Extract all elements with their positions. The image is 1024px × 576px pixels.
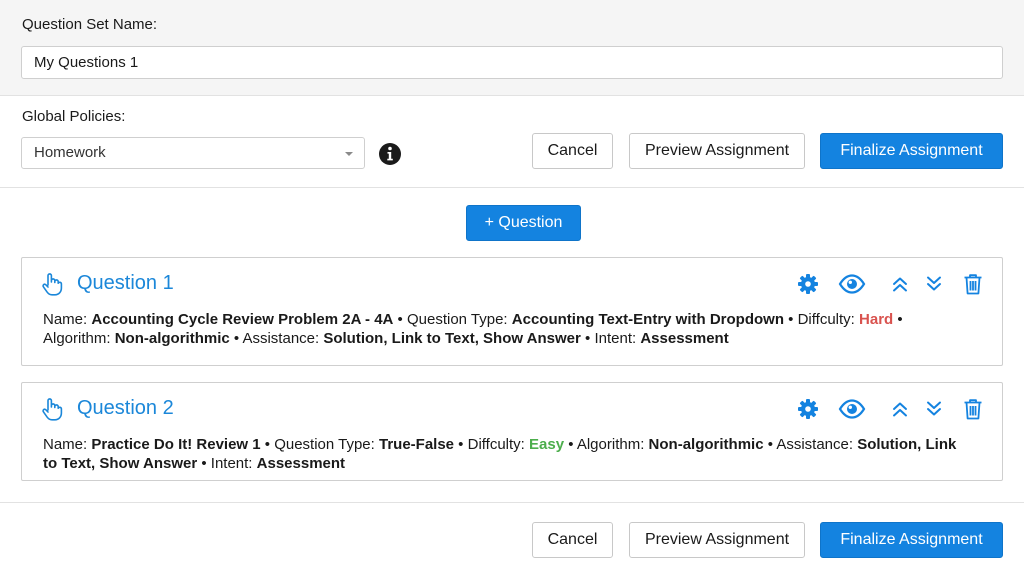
cancel-button-bottom[interactable]: Cancel	[532, 522, 613, 558]
double-chevron-down-icon[interactable]	[922, 272, 946, 296]
gear-icon[interactable]	[796, 272, 820, 296]
field-label: Diffculty:	[797, 311, 855, 328]
eye-icon[interactable]	[838, 272, 866, 296]
difficulty-value: Hard	[859, 311, 894, 328]
intent-value: Assessment	[256, 455, 346, 472]
hand-pointer-icon[interactable]	[41, 397, 63, 421]
question-details: Name: Accounting Cycle Review Problem 2A…	[43, 311, 903, 347]
cancel-button-top[interactable]: Cancel	[532, 133, 613, 169]
question-name: Practice Do It! Review 1	[91, 436, 261, 453]
question-title[interactable]: Question 1	[77, 272, 174, 295]
question-type: Accounting Text-Entry with Dropdown	[511, 311, 784, 328]
field-label: Name:	[43, 311, 88, 328]
trash-icon[interactable]	[961, 272, 985, 296]
question-title[interactable]: Question 2	[77, 397, 174, 420]
assistance-value: Solution, Link to Text, Show Answer	[323, 330, 581, 347]
divider	[0, 502, 1024, 503]
field-label: Assistance:	[776, 436, 854, 453]
hand-pointer-icon[interactable]	[41, 272, 63, 296]
question-card: Question 2 Name: Practice Do It! Review …	[21, 382, 1003, 481]
field-label: Algorithm:	[576, 436, 645, 453]
field-label: Name:	[43, 436, 88, 453]
field-label: Question Type:	[406, 311, 508, 328]
preview-assignment-button-top[interactable]: Preview Assignment	[629, 133, 805, 169]
algorithm-value: Non-algorithmic	[648, 436, 764, 453]
double-chevron-down-icon[interactable]	[922, 397, 946, 421]
field-label: Question Type:	[274, 436, 375, 453]
question-card: Question 1 Name: Accounting Cycle Review…	[21, 257, 1003, 366]
gear-icon[interactable]	[796, 397, 820, 421]
global-policies-value: Homework	[34, 144, 106, 161]
difficulty-value: Easy	[529, 436, 565, 453]
field-label: Intent:	[594, 330, 637, 347]
field-label: Algorithm:	[43, 330, 111, 347]
question-set-label: Question Set Name:	[22, 16, 158, 33]
trash-icon[interactable]	[961, 397, 985, 421]
field-label: Assistance:	[242, 330, 320, 347]
intent-value: Assessment	[640, 330, 729, 347]
finalize-assignment-button-bottom[interactable]: Finalize Assignment	[820, 522, 1003, 558]
preview-assignment-button-bottom[interactable]: Preview Assignment	[629, 522, 805, 558]
global-policies-label: Global Policies:	[22, 108, 126, 125]
field-label: Diffculty:	[467, 436, 525, 453]
double-chevron-up-icon[interactable]	[888, 272, 912, 296]
question-details: Name: Practice Do It! Review 1 • Questio…	[43, 436, 957, 472]
eye-icon[interactable]	[838, 397, 866, 421]
question-name: Accounting Cycle Review Problem 2A - 4A	[91, 311, 394, 328]
double-chevron-up-icon[interactable]	[888, 397, 912, 421]
global-policies-select[interactable]: Homework	[21, 137, 365, 169]
field-label: Intent:	[210, 455, 253, 472]
chevron-down-icon	[345, 152, 353, 156]
finalize-assignment-button-top[interactable]: Finalize Assignment	[820, 133, 1003, 169]
question-type: True-False	[378, 436, 455, 453]
add-question-button[interactable]: + Question	[466, 205, 581, 241]
algorithm-value: Non-algorithmic	[114, 330, 230, 347]
question-set-name-input[interactable]: My Questions 1	[21, 46, 1003, 79]
info-circle-icon[interactable]	[378, 142, 402, 166]
